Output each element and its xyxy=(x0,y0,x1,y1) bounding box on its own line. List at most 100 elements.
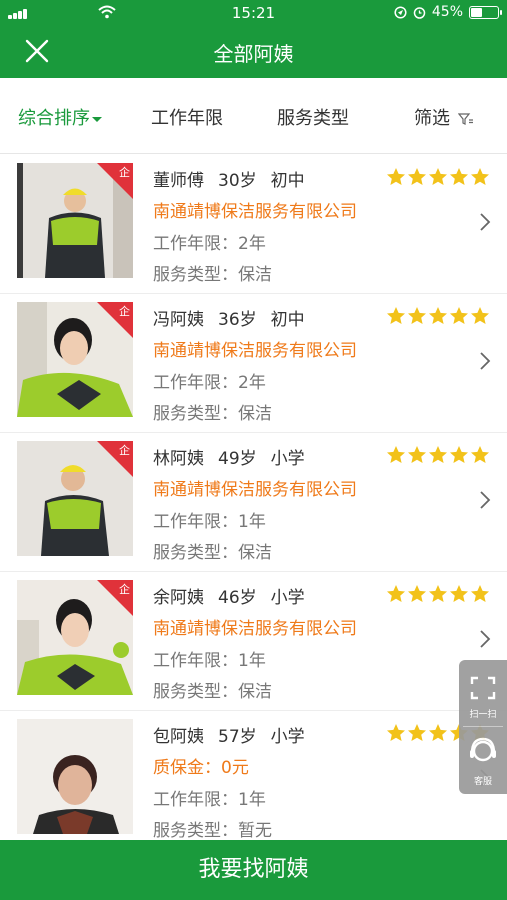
star-icon xyxy=(408,585,426,602)
worker-experience: 工作年限：1年 xyxy=(153,651,266,671)
star-icon xyxy=(471,446,489,463)
worker-education: 初中 xyxy=(270,171,305,191)
filter-icon xyxy=(457,113,473,125)
filter-sort-label: 综合排序 xyxy=(18,108,90,129)
worker-deposit: 质保金：0元 xyxy=(153,758,249,778)
worker-summary: 林阿姨 49岁 小学 xyxy=(153,444,319,469)
worker-service-type: 服务类型：保洁 xyxy=(153,682,272,702)
worker-card[interactable]: 企 董师傅 30岁 初中 南通靖博保洁服务有限公司 工作年限：2年 服务类型：保洁 xyxy=(0,155,507,294)
rating-stars xyxy=(385,584,490,604)
worker-education: 初中 xyxy=(270,310,305,330)
star-icon xyxy=(387,446,405,463)
star-icon xyxy=(429,446,447,463)
company-badge-label: 企 xyxy=(119,166,130,179)
rating-stars xyxy=(385,167,490,187)
worker-company: 南通靖博保洁服务有限公司 xyxy=(153,480,357,500)
worker-name: 林阿姨 xyxy=(153,449,204,469)
filter-sort[interactable]: 综合排序 xyxy=(18,104,102,130)
find-helper-button[interactable]: 我要找阿姨 xyxy=(0,840,507,900)
star-icon xyxy=(408,307,426,324)
company-badge-label: 企 xyxy=(119,305,130,318)
worker-age: 57岁 xyxy=(218,727,257,747)
star-icon xyxy=(429,585,447,602)
star-icon xyxy=(429,307,447,324)
worker-service-type: 服务类型：保洁 xyxy=(153,543,272,563)
star-icon xyxy=(387,585,405,602)
worker-photo: 企 xyxy=(17,163,133,278)
app-header: 15:21 45% 全部阿姨 xyxy=(0,0,507,78)
filter-screen-label: 筛选 xyxy=(414,108,450,129)
company-badge-label: 企 xyxy=(119,583,130,596)
star-icon xyxy=(429,168,447,185)
status-bar: 15:21 45% xyxy=(0,0,507,28)
worker-summary: 冯阿姨 36岁 初中 xyxy=(153,305,319,330)
worker-education: 小学 xyxy=(270,449,305,469)
alarm-icon xyxy=(413,6,426,19)
worker-name: 董师傅 xyxy=(153,171,204,191)
rating-stars xyxy=(385,445,490,465)
worker-age: 30岁 xyxy=(218,171,257,191)
star-icon xyxy=(450,585,468,602)
chevron-right-icon xyxy=(480,630,491,648)
worker-education: 小学 xyxy=(270,727,305,747)
battery-percent: 45% xyxy=(431,4,463,20)
filter-screen[interactable]: 筛选 xyxy=(414,104,474,130)
worker-company: 南通靖博保洁服务有限公司 xyxy=(153,202,357,222)
worker-card[interactable]: 企 冯阿姨 36岁 初中 南通靖博保洁服务有限公司 工作年限：2年 服务类型：保洁 xyxy=(0,294,507,433)
worker-name: 冯阿姨 xyxy=(153,310,204,330)
worker-name: 余阿姨 xyxy=(153,588,204,608)
scan-label: 扫一扫 xyxy=(469,710,497,720)
worker-service-type: 服务类型：暂无 xyxy=(153,821,272,840)
headset-icon xyxy=(470,737,496,762)
worker-list: 企 董师傅 30岁 初中 南通靖博保洁服务有限公司 工作年限：2年 服务类型：保洁 … xyxy=(0,155,507,840)
chevron-right-icon xyxy=(480,213,491,231)
side-tools: 扫一扫 客服 xyxy=(459,660,507,794)
star-icon xyxy=(450,307,468,324)
worker-card[interactable]: 企 林阿姨 49岁 小学 南通靖博保洁服务有限公司 工作年限：1年 服务类型：保洁 xyxy=(0,433,507,572)
filter-service-type[interactable]: 服务类型 xyxy=(277,104,349,130)
status-right: 45% xyxy=(394,4,502,20)
battery-icon xyxy=(469,5,502,19)
worker-summary: 包阿姨 57岁 小学 xyxy=(153,722,319,747)
filter-bar: 综合排序 工作年限 服务类型 筛选 xyxy=(0,78,507,154)
location-icon xyxy=(394,5,407,19)
worker-summary: 董师傅 30岁 初中 xyxy=(153,166,319,191)
worker-experience: 工作年限：2年 xyxy=(153,373,266,393)
filter-service-type-label: 服务类型 xyxy=(277,108,349,129)
star-icon xyxy=(471,585,489,602)
worker-experience: 工作年限：2年 xyxy=(153,234,266,254)
worker-experience: 工作年限：1年 xyxy=(153,790,266,810)
customer-service-button[interactable]: 客服 xyxy=(459,727,507,793)
rating-stars xyxy=(385,306,490,326)
worker-photo xyxy=(17,719,133,834)
star-icon xyxy=(471,168,489,185)
worker-education: 小学 xyxy=(270,588,305,608)
worker-age: 49岁 xyxy=(218,449,257,469)
worker-card[interactable]: 企 余阿姨 46岁 小学 南通靖博保洁服务有限公司 工作年限：1年 服务类型：保洁 xyxy=(0,572,507,711)
star-icon xyxy=(450,168,468,185)
worker-age: 36岁 xyxy=(218,310,257,330)
scan-button[interactable]: 扫一扫 xyxy=(459,660,507,726)
worker-age: 46岁 xyxy=(218,588,257,608)
star-icon xyxy=(387,307,405,324)
chevron-right-icon xyxy=(480,352,491,370)
worker-photo: 企 xyxy=(17,441,133,556)
worker-service-type: 服务类型：保洁 xyxy=(153,404,272,424)
worker-experience: 工作年限：1年 xyxy=(153,512,266,532)
star-icon xyxy=(429,724,447,741)
worker-service-type: 服务类型：保洁 xyxy=(153,265,272,285)
star-icon xyxy=(450,446,468,463)
star-icon xyxy=(408,724,426,741)
filter-work-years[interactable]: 工作年限 xyxy=(151,104,223,130)
worker-photo: 企 xyxy=(17,302,133,417)
star-icon xyxy=(471,307,489,324)
star-icon xyxy=(387,168,405,185)
star-icon xyxy=(408,446,426,463)
chevron-right-icon xyxy=(480,491,491,509)
worker-card[interactable]: 包阿姨 57岁 小学 质保金：0元 工作年限：1年 服务类型：暂无 xyxy=(0,711,507,840)
filter-work-years-label: 工作年限 xyxy=(151,108,223,129)
worker-photo: 企 xyxy=(17,580,133,695)
find-helper-label: 我要找阿姨 xyxy=(198,857,309,882)
star-icon xyxy=(408,168,426,185)
page-title: 全部阿姨 xyxy=(213,42,294,66)
